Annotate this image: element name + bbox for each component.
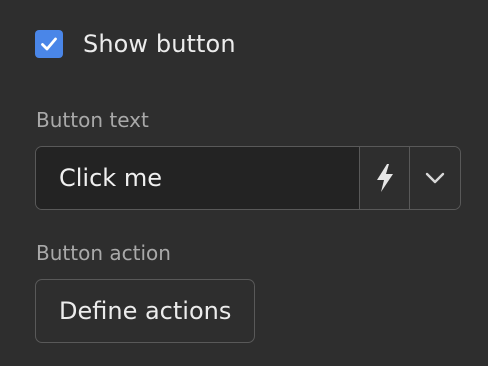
button-action-label: Button action bbox=[36, 241, 171, 265]
button-settings-panel: Show button Button text Button action De… bbox=[0, 0, 488, 366]
dynamic-value-button[interactable] bbox=[359, 147, 410, 209]
show-button-checkbox[interactable] bbox=[35, 30, 63, 58]
show-button-label: Show button bbox=[83, 30, 236, 58]
button-text-label: Button text bbox=[36, 108, 149, 132]
button-text-field-group bbox=[35, 146, 461, 210]
button-text-dropdown[interactable] bbox=[409, 147, 460, 209]
lightning-bolt-icon bbox=[376, 164, 393, 192]
define-actions-button[interactable]: Define actions bbox=[35, 279, 256, 343]
show-button-toggle[interactable]: Show button bbox=[35, 30, 236, 58]
check-icon bbox=[41, 37, 57, 51]
chevron-down-icon bbox=[425, 172, 445, 184]
button-text-input[interactable] bbox=[36, 147, 359, 209]
